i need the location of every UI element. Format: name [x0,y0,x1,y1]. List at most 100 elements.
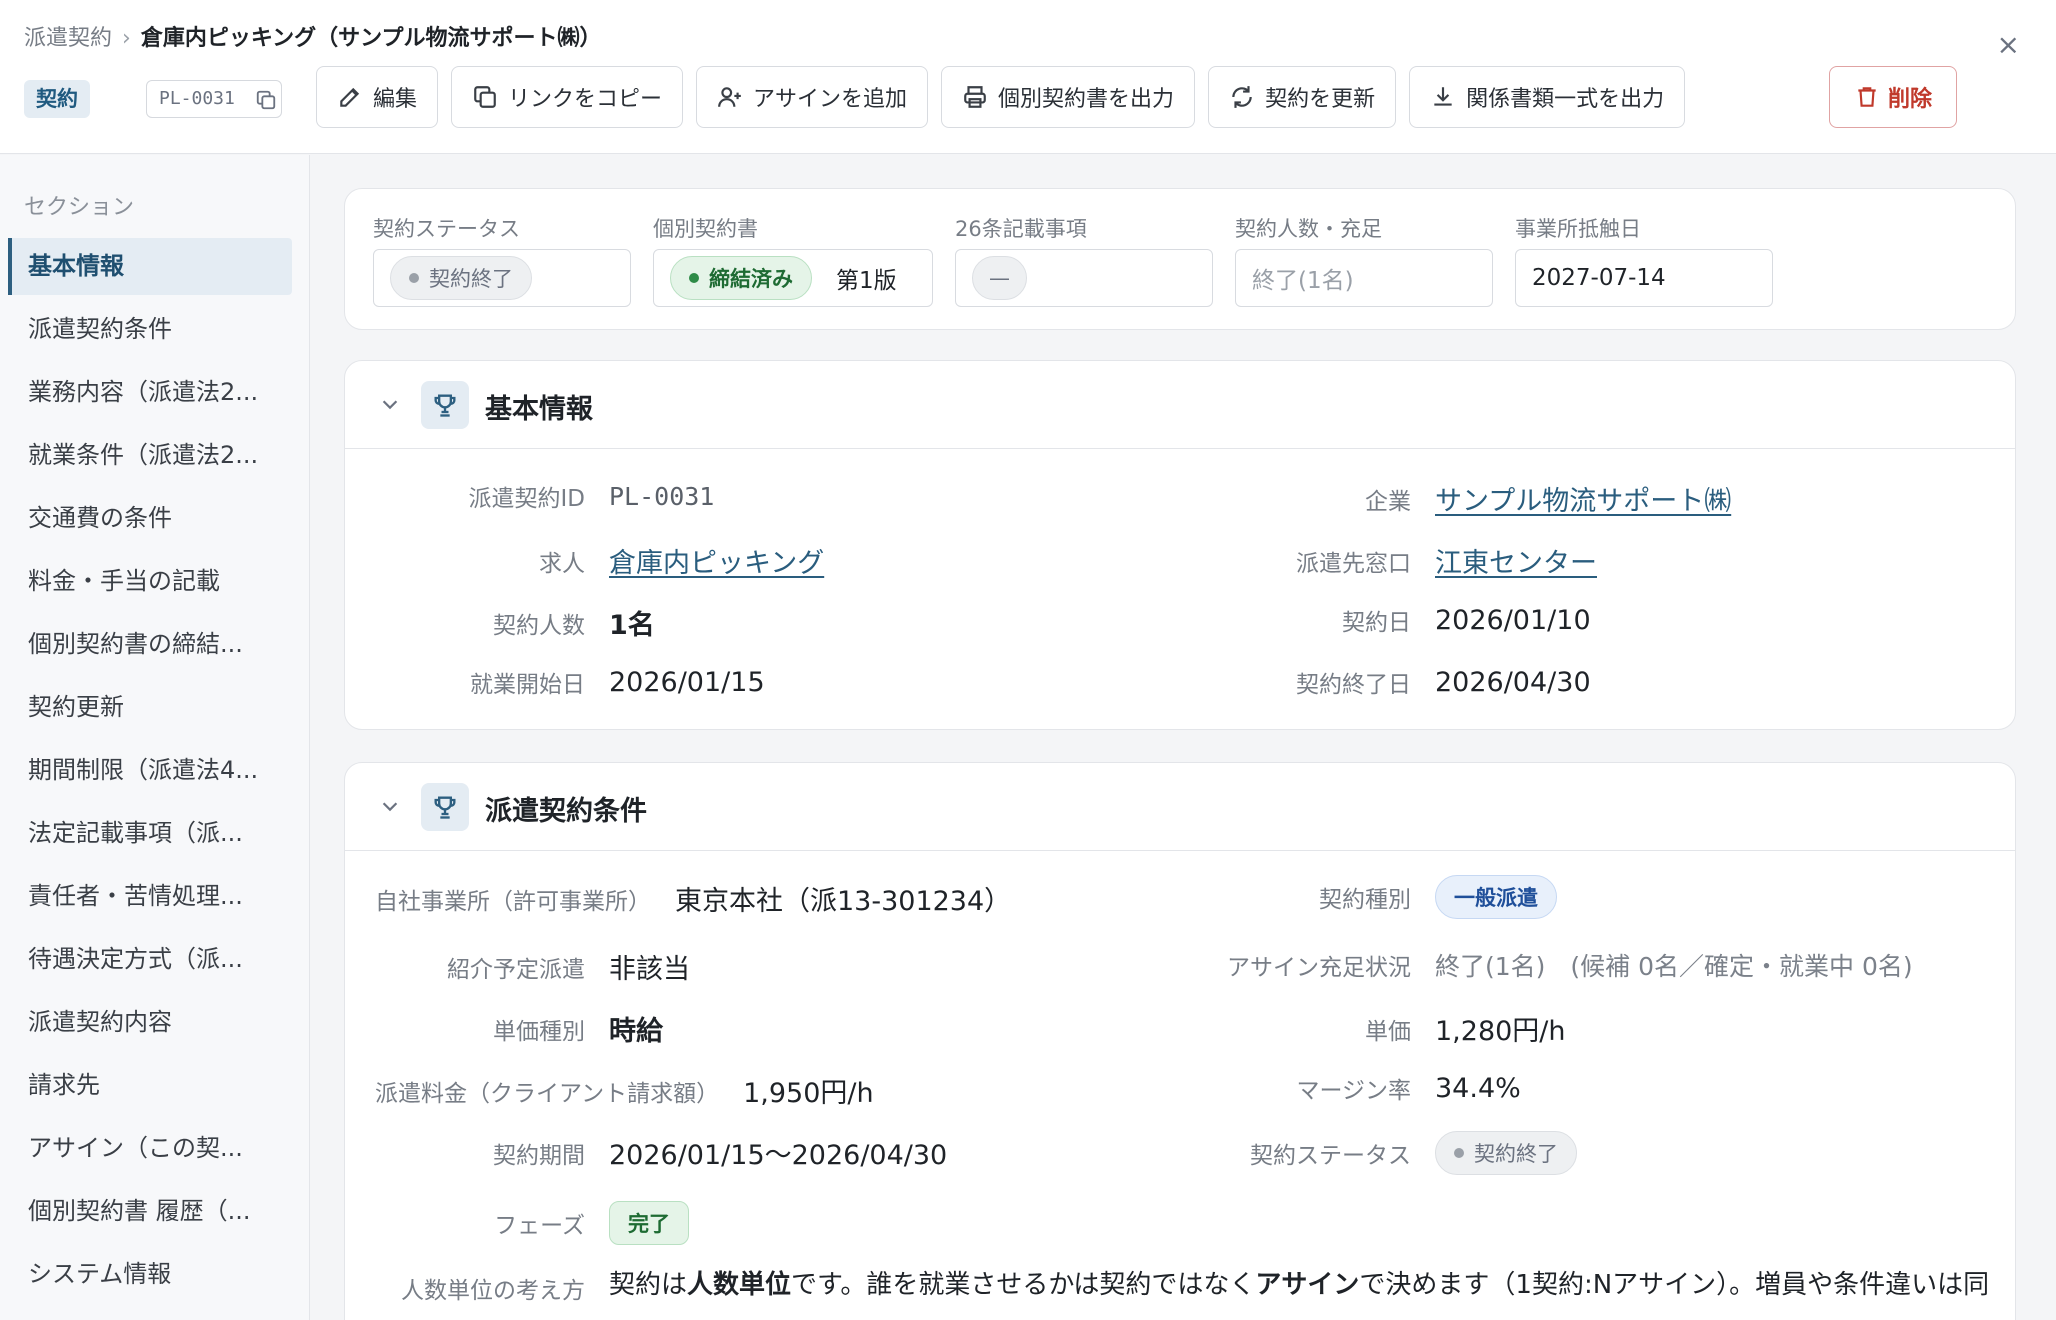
sidebar-item-assigns[interactable]: アサイン（この契... [8,1120,292,1177]
sidebar-item-individual-contract[interactable]: 個別契約書の締結... [8,616,292,673]
contract-id-row: 派遣契約ID PL-0031 [345,479,715,513]
section-sidebar: セクション 基本情報 派遣契約条件 業務内容（派遣法2... 就業条件（派遣法2… [0,155,310,1320]
sidebar-item-contract-history[interactable]: 個別契約書 履歴（... [8,1183,292,1240]
sidebar-title: セクション [24,195,135,220]
edit-button[interactable]: 編集 [316,66,439,128]
export-individual-contract-button[interactable]: 個別契約書を出力 [941,66,1196,128]
add-assign-button-label: アサインを追加 [753,87,908,112]
headcount-input[interactable]: 終了(1名) [1235,249,1493,307]
user-plus-icon [718,87,741,107]
individual-contract-box[interactable]: 締結済み 第1版 [653,249,933,307]
contract-status-label: 契約ステータス [373,217,520,241]
end-date-row: 契約終了日 2026/04/30 [1171,665,1591,699]
company-link[interactable]: サンプル物流サポート㈱ [1435,479,1731,518]
unit-price-value: 1,280円/h [1435,1016,1566,1047]
close-button[interactable]: × [1997,28,2020,61]
chevron-down-icon[interactable] [379,795,401,817]
article26-label: 26条記載事項 [955,217,1087,241]
action-toolbar: 編集 リンクをコピー アサインを追加 個別契約書を出力 契約を更新 関係書類一式… [316,66,1686,128]
copy-icon[interactable] [255,89,277,111]
chevron-down-icon[interactable] [379,393,401,415]
contract-period-value: 2026/01/15〜2026/04/30 [609,1140,948,1171]
client-contact-row: 派遣先窓口 江東センター [1171,541,1597,580]
office-label: 自社事業所（許可事業所） [375,888,651,915]
copy-link-button-label: リンクをコピー [508,87,663,112]
contract-id-value: PL-0031 [609,481,715,511]
sidebar-item-basic-info[interactable]: 基本情報 [8,238,292,295]
refresh-icon [1232,86,1252,108]
sidebar-item-system-info[interactable]: システム情報 [8,1246,292,1303]
sidebar-item-legal-items[interactable]: 法定記載事項（派... [8,805,292,862]
sidebar-item-work-conditions[interactable]: 就業条件（派遣法2... [8,427,292,484]
breadcrumb-separator: › [122,26,131,51]
referral-row: 紹介予定派遣 非該当 [345,947,690,986]
start-date-label: 就業開始日 [470,672,585,698]
contract-period-label: 契約期間 [493,1142,585,1169]
sidebar-item-fees-allowances[interactable]: 料金・手当の記載 [8,553,292,610]
sidebar-item-billing[interactable]: 請求先 [8,1057,292,1114]
download-icon [1434,87,1452,106]
client-contact-link[interactable]: 江東センター [1435,541,1597,580]
contract-period-row: 契約期間 2026/01/15〜2026/04/30 [345,1133,947,1172]
conflict-date-field: 事業所抵触日 2027-07-14 [1515,213,1773,307]
edit-button-label: 編集 [373,87,418,112]
sidebar-item-job-content[interactable]: 業務内容（派遣法2... [8,364,292,421]
contract-status-text: 契約終了 [429,267,513,291]
add-assign-button[interactable]: アサインを追加 [696,66,929,128]
dispatch-fee-value: 1,950円/h [743,1078,874,1109]
headcount-rule-emphasis2: アサイン [1255,1270,1360,1300]
client-contact-label: 派遣先窓口 [1296,550,1411,577]
contract-type-row: 契約種別 一般派遣 [1171,875,1557,919]
sidebar-item-treatment-method[interactable]: 待遇決定方式（派... [8,931,292,988]
margin-value: 34.4% [1435,1072,1521,1104]
contract-status-box[interactable]: 契約終了 [373,249,631,307]
individual-contract-field: 個別契約書 締結済み 第1版 [653,213,933,307]
sidebar-item-contract-content[interactable]: 派遣契約内容 [8,994,292,1051]
status-dot-icon [689,273,699,283]
renew-contract-button[interactable]: 契約を更新 [1208,66,1397,128]
referral-label: 紹介予定派遣 [447,956,585,983]
article26-box[interactable]: — [955,249,1213,307]
assign-status-value: 終了(1名) (候補 0名／確定・就業中 0名) [1435,952,1913,981]
contract-type-badge: 一般派遣 [1435,875,1557,919]
margin-label: マージン率 [1296,1078,1411,1104]
sidebar-item-renewal[interactable]: 契約更新 [8,679,292,736]
headcount-rule-text: 契約は人数単位です。誰を就業させるかは契約ではなくアサインで決めます（1契約:N… [609,1265,1989,1305]
record-type-badge: 契約 [24,80,90,118]
breadcrumb-parent-link[interactable]: 派遣契約 [24,26,112,51]
end-date-value: 2026/04/30 [1435,666,1591,698]
headcount-rule-label: 人数単位の考え方 [401,1278,585,1304]
phase-row: フェーズ 完了 [345,1201,689,1245]
contract-terms-header[interactable]: 派遣契約条件 [345,763,2015,851]
referral-value: 非該当 [609,954,690,985]
contract-id-text: PL-0031 [159,88,235,109]
export-individual-contract-label: 個別契約書を出力 [998,87,1175,112]
conflict-date-label: 事業所抵触日 [1515,217,1641,241]
sidebar-item-period-limit[interactable]: 期間制限（派遣法4... [8,742,292,799]
office-row: 自社事業所（許可事業所） 東京本社（派13-301234） [375,879,1011,918]
delete-button[interactable]: 削除 [1829,66,1957,128]
headcount-rule-part1: 契約は [609,1270,688,1300]
job-link[interactable]: 倉庫内ピッキング [609,541,824,580]
pencil-icon [340,87,360,107]
price-type-row: 単価種別 時給 [345,1009,663,1048]
section-nav: 基本情報 派遣契約条件 業務内容（派遣法2... 就業条件（派遣法2... 交通… [8,238,292,1309]
contract-date-value: 2026/01/10 [1435,604,1591,636]
basic-info-header[interactable]: 基本情報 [345,361,2015,449]
headcount-rule-row: 人数単位の考え方 [345,1271,585,1305]
contract-id-chip[interactable]: PL-0031 [146,80,282,118]
export-all-documents-button[interactable]: 関係書類一式を出力 [1409,66,1686,128]
terms-status-text: 契約終了 [1474,1142,1558,1166]
phase-badge: 完了 [609,1201,689,1245]
unit-price-row: 単価 1,280円/h [1171,1009,1566,1048]
sidebar-item-commute-costs[interactable]: 交通費の条件 [8,490,292,547]
sidebar-item-contract-terms[interactable]: 派遣契約条件 [8,301,292,358]
delete-button-label: 削除 [1887,87,1932,112]
terms-status-label: 契約ステータス [1250,1143,1411,1169]
conflict-date-input[interactable]: 2027-07-14 [1515,249,1773,307]
price-type-label: 単価種別 [493,1018,585,1045]
copy-link-button[interactable]: リンクをコピー [451,66,684,128]
sidebar-item-manager-complaints[interactable]: 責任者・苦情処理... [8,868,292,925]
headcount-rule-part2: です。誰を就業させるかは契約ではなく [791,1270,1256,1300]
contract-id-label: 派遣契約ID [468,486,586,512]
